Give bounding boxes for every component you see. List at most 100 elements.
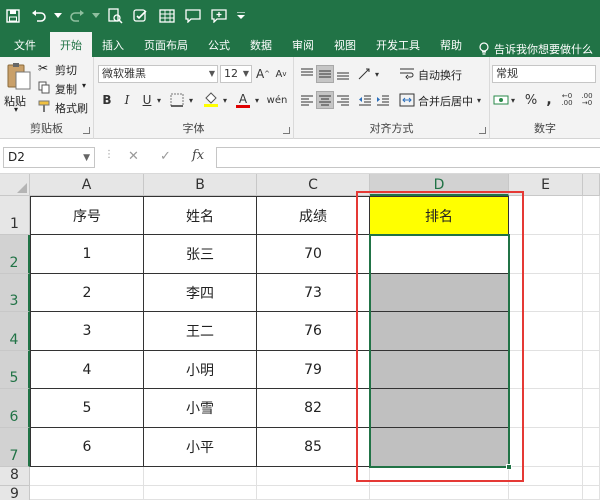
comment-icon[interactable] [180, 0, 206, 32]
rank-cell[interactable] [370, 312, 509, 351]
undo-dropdown-icon[interactable] [52, 0, 64, 32]
phonetic-button[interactable]: wén [267, 91, 288, 109]
cell-e2[interactable] [509, 235, 583, 274]
sheet-icon[interactable] [154, 0, 180, 32]
align-bottom-button[interactable] [334, 65, 352, 83]
shrink-font-button[interactable]: Av [272, 65, 290, 83]
orientation-dropdown-icon[interactable]: ▾ [372, 65, 382, 83]
row-header-2[interactable]: 2 [0, 235, 30, 274]
tab-formulas[interactable]: 公式 [198, 32, 240, 57]
cell-f1[interactable] [583, 196, 600, 235]
table-cell[interactable]: 79 [257, 351, 370, 389]
cell-f2[interactable] [583, 235, 600, 274]
align-center-button[interactable] [316, 91, 334, 109]
align-right-button[interactable] [334, 91, 352, 109]
undo-icon[interactable] [26, 0, 52, 32]
row-header-6[interactable]: 6 [0, 389, 30, 428]
tab-review[interactable]: 审阅 [282, 32, 324, 57]
cell-c8[interactable] [257, 467, 370, 486]
number-format-select[interactable]: 常规 [492, 65, 596, 83]
align-left-button[interactable] [298, 91, 316, 109]
cell-a9[interactable] [30, 486, 144, 500]
table-cell[interactable]: 3 [30, 312, 144, 351]
new-comment-icon[interactable] [206, 0, 232, 32]
italic-button[interactable]: I [118, 91, 136, 109]
cell-f9[interactable] [583, 486, 600, 500]
row-header-8[interactable]: 8 [0, 467, 30, 486]
cell-f7[interactable] [583, 428, 600, 467]
tab-help[interactable]: 帮助 [430, 32, 472, 57]
fill-handle[interactable] [506, 464, 512, 470]
cell-d8[interactable] [370, 467, 509, 486]
currency-dropdown-icon[interactable]: ▾ [508, 91, 518, 109]
cell-e3[interactable] [509, 274, 583, 312]
table-cell[interactable]: 张三 [144, 235, 257, 274]
table-cell[interactable]: 4 [30, 351, 144, 389]
formula-input[interactable] [216, 147, 600, 168]
row-header-3[interactable]: 3 [0, 274, 30, 312]
column-header-d[interactable]: D [370, 174, 509, 196]
font-color-dropdown-icon[interactable]: ▾ [252, 91, 262, 109]
table-cell[interactable]: 6 [30, 428, 144, 467]
column-header-e[interactable]: E [509, 174, 583, 196]
increase-indent-button[interactable] [374, 91, 392, 109]
header-cell-rank[interactable]: 排名 [370, 196, 509, 235]
column-header-a[interactable]: A [30, 174, 144, 196]
table-cell[interactable]: 李四 [144, 274, 257, 312]
table-cell[interactable]: 73 [257, 274, 370, 312]
row-header-4[interactable]: 4 [0, 312, 30, 351]
rank-cell[interactable] [370, 389, 509, 428]
column-header-f[interactable] [583, 174, 600, 196]
grow-font-button[interactable]: A ^ [254, 65, 272, 83]
tab-data[interactable]: 数据 [240, 32, 282, 57]
fill-color-button[interactable] [202, 91, 220, 109]
cell-e4[interactable] [509, 312, 583, 351]
cell-e9[interactable] [509, 486, 583, 500]
spelling-icon[interactable] [128, 0, 154, 32]
column-header-b[interactable]: B [144, 174, 257, 196]
font-launcher-icon[interactable] [283, 127, 290, 134]
cut-button[interactable]: ✂ 剪切 [38, 61, 90, 78]
rank-cell-active[interactable] [370, 235, 509, 274]
cell-f4[interactable] [583, 312, 600, 351]
borders-dropdown-icon[interactable]: ▾ [186, 91, 196, 109]
header-cell-name[interactable]: 姓名 [144, 196, 257, 235]
name-box[interactable]: D2 ▼ [3, 147, 95, 168]
font-size-select[interactable]: 12 ▼ [220, 65, 252, 83]
table-cell[interactable]: 小平 [144, 428, 257, 467]
tab-page-layout[interactable]: 页面布局 [134, 32, 198, 57]
percent-button[interactable]: % [522, 91, 540, 109]
insert-function-button[interactable]: fx [192, 148, 204, 163]
wrap-text-button[interactable]: 自动换行 [418, 67, 462, 83]
tab-view[interactable]: 视图 [324, 32, 366, 57]
fill-color-dropdown-icon[interactable]: ▾ [220, 91, 230, 109]
cancel-icon[interactable]: ✕ [128, 149, 139, 164]
tell-me-box[interactable]: 告诉我你想要做什么 [472, 41, 593, 57]
enter-icon[interactable]: ✓ [160, 149, 171, 164]
merge-dropdown-icon[interactable]: ▾ [474, 91, 484, 109]
cell-e1[interactable] [509, 196, 583, 235]
row-header-1[interactable]: 1 [0, 196, 30, 235]
format-painter-button[interactable]: 格式刷 [38, 99, 90, 116]
table-cell[interactable]: 小雪 [144, 389, 257, 428]
table-cell[interactable]: 小明 [144, 351, 257, 389]
cell-a8[interactable] [30, 467, 144, 486]
underline-dropdown-icon[interactable]: ▾ [154, 91, 164, 109]
cell-e7[interactable] [509, 428, 583, 467]
cell-b8[interactable] [144, 467, 257, 486]
save-icon[interactable] [0, 0, 26, 32]
paste-button[interactable]: 粘贴 ▾ [4, 59, 34, 117]
align-top-button[interactable] [298, 65, 316, 83]
cell-c9[interactable] [257, 486, 370, 500]
table-cell[interactable]: 5 [30, 389, 144, 428]
table-cell[interactable]: 2 [30, 274, 144, 312]
cell-f3[interactable] [583, 274, 600, 312]
cell-f6[interactable] [583, 389, 600, 428]
clipboard-launcher-icon[interactable] [83, 127, 90, 134]
row-header-7[interactable]: 7 [0, 428, 30, 467]
copy-button[interactable]: 复制 ▾ [38, 80, 90, 97]
header-cell-index[interactable]: 序号 [30, 196, 144, 235]
increase-decimal-button[interactable]: ←0.00 [558, 91, 576, 109]
font-name-select[interactable]: 微软雅黑 ▼ [98, 65, 218, 83]
rank-cell[interactable] [370, 274, 509, 312]
